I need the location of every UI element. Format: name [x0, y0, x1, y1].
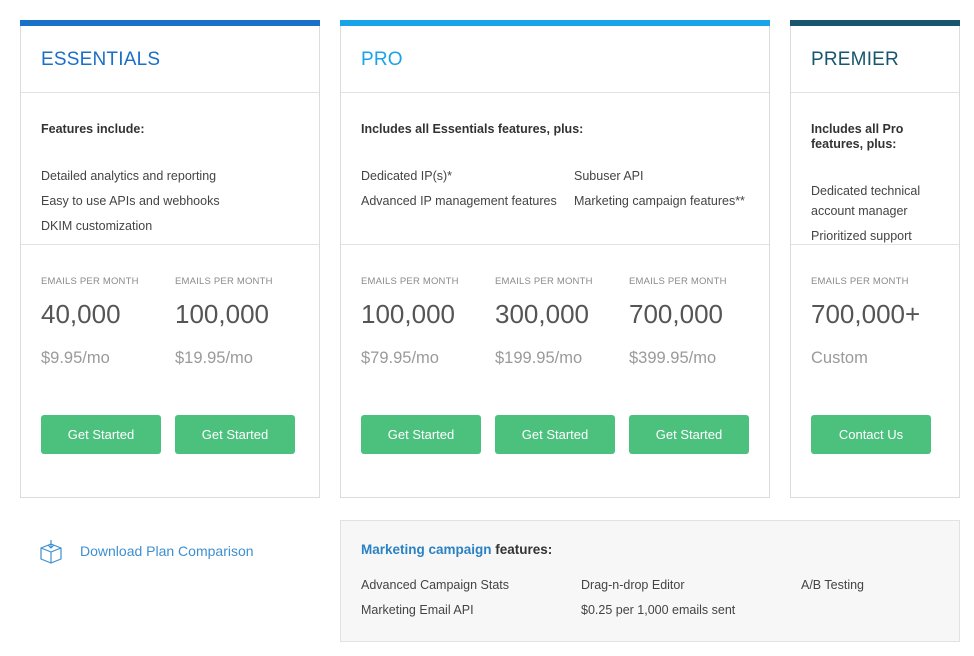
tier-emails: 40,000 — [41, 299, 121, 329]
plan-header: ESSENTIALS — [21, 26, 319, 93]
tier-price: Custom — [811, 349, 868, 367]
marketing-feature-item: Advanced Campaign Stats — [361, 578, 510, 592]
get-started-button[interactable]: Get Started — [361, 415, 481, 454]
features-title: Features include: — [41, 122, 145, 136]
feature-item: account manager — [811, 204, 908, 218]
feature-item: Dedicated technical — [811, 184, 921, 198]
box-icon — [38, 539, 64, 565]
tier-emails: 700,000+ — [811, 299, 921, 329]
marketing-feature-item: Marketing Email API — [361, 603, 474, 617]
tier-emails: 700,000 — [629, 299, 723, 329]
features-title: features, plus: — [811, 137, 897, 151]
plan-header: PREMIER — [791, 26, 959, 93]
get-started-button[interactable]: Get Started — [629, 415, 749, 454]
tier-label: EMAILS PER MONTH — [175, 276, 273, 287]
feature-item: Prioritized support — [811, 229, 912, 243]
tier-emails: 100,000 — [361, 299, 455, 329]
plan-title: PREMIER — [811, 49, 899, 70]
tier-price: $19.95/mo — [175, 349, 253, 367]
feature-item: DKIM customization — [41, 219, 153, 233]
plan-features: Includes all Essentials features, plus: … — [341, 93, 769, 245]
features-title: Includes all Essentials features, plus: — [361, 122, 584, 136]
marketing-feature-item: $0.25 per 1,000 emails sent — [581, 603, 736, 617]
tier-label: EMAILS PER MONTH — [629, 276, 727, 287]
tier-price: $9.95/mo — [41, 349, 110, 367]
marketing-feature-item: Drag-n-drop Editor — [581, 578, 685, 592]
get-started-button[interactable]: Get Started — [41, 415, 161, 454]
plan-features: Features include: Detailed analytics and… — [21, 93, 319, 245]
tier-emails: 100,000 — [175, 299, 269, 329]
plan-features: Includes all Pro features, plus: Dedicat… — [791, 93, 959, 245]
get-started-button[interactable]: Get Started — [175, 415, 295, 454]
feature-item: Easy to use APIs and webhooks — [41, 194, 220, 208]
tier-price: $399.95/mo — [629, 349, 717, 367]
plan-card-pro: PRO Includes all Essentials features, pl… — [340, 20, 770, 498]
marketing-title-rest: features: — [491, 542, 553, 557]
feature-item: Marketing campaign features** — [574, 194, 745, 208]
get-started-button[interactable]: Get Started — [495, 415, 615, 454]
feature-item: Advanced IP management features — [361, 194, 557, 208]
feature-item: Detailed analytics and reporting — [41, 169, 217, 183]
marketing-features-box: Marketing campaign features: Advanced Ca… — [340, 520, 960, 642]
contact-us-button[interactable]: Contact Us — [811, 415, 931, 454]
download-plan-comparison-label[interactable]: Download Plan Comparison — [80, 543, 254, 559]
tier-label: EMAILS PER MONTH — [41, 276, 139, 287]
marketing-features-title: Marketing campaign features: — [361, 542, 552, 557]
feature-item: Dedicated IP(s)* — [361, 169, 453, 183]
plan-header: PRO — [341, 26, 769, 93]
features-title: Includes all Pro — [811, 122, 904, 136]
tier-price: $79.95/mo — [361, 349, 439, 367]
tier-price: $199.95/mo — [495, 349, 583, 367]
tier-label: EMAILS PER MONTH — [811, 276, 909, 287]
plan-card-essentials: ESSENTIALS Features include: Detailed an… — [20, 20, 320, 498]
tier-label: EMAILS PER MONTH — [495, 276, 593, 287]
marketing-title-highlight: Marketing campaign — [361, 542, 492, 557]
tier-label: EMAILS PER MONTH — [361, 276, 459, 287]
plan-title: PRO — [361, 49, 403, 70]
plan-card-premier: PREMIER Includes all Pro features, plus:… — [790, 20, 960, 498]
feature-item: Subuser API — [574, 169, 644, 183]
tier-emails: 300,000 — [495, 299, 589, 329]
marketing-feature-item: A/B Testing — [801, 578, 865, 592]
plan-title: ESSENTIALS — [41, 49, 161, 70]
